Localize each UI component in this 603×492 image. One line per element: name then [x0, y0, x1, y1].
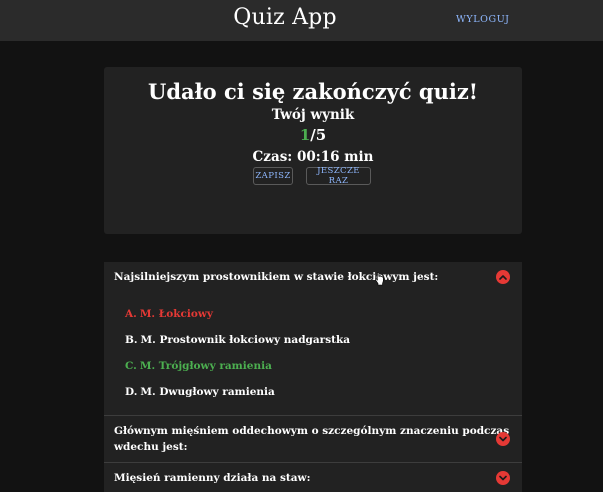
score-display: 1/5 — [104, 126, 522, 144]
chevron-down-icon[interactable] — [496, 471, 510, 485]
answer-c: C. M. Trójgłowy ramienia — [125, 360, 272, 372]
top-navbar: Quiz App WYLOGUJ — [0, 0, 603, 41]
result-subtitle: Twój wynik — [271, 107, 355, 123]
answer-text: M. Prostownik łokciowy nadgarstka — [140, 334, 351, 346]
score-total: /5 — [310, 126, 327, 144]
chevron-down-icon[interactable] — [496, 432, 510, 446]
answer-letter: C. — [125, 360, 137, 372]
question-header-1[interactable]: Najsilniejszym prostownikiem w stawie ło… — [104, 262, 522, 292]
question-accordion-3[interactable]: Mięsień ramienny działa na staw: — [104, 463, 522, 492]
question-text-2-line1: Głównym mięśniem oddechowym o szczególny… — [114, 425, 510, 437]
answer-text: M. Łokciowy — [139, 308, 214, 320]
answer-text: M. Dwugłowy ramienia — [140, 386, 275, 398]
answer-d: D. M. Dwugłowy ramienia — [125, 386, 275, 398]
result-title: Udało ci się zakończyć quiz! — [148, 79, 478, 104]
question-text-2-line2: wdechu jest: — [114, 441, 188, 453]
question-text-2: Głównym mięśniem oddechowym o szczególny… — [114, 423, 509, 455]
retry-button[interactable]: JESZCZE RAZ — [306, 166, 371, 186]
question-text-1: Najsilniejszym prostownikiem w stawie ło… — [114, 271, 439, 283]
question-text-3: Mięsień ramienny działa na staw: — [114, 472, 311, 484]
answer-letter: D. — [125, 386, 138, 398]
question-accordion-2[interactable]: Głównym mięśniem oddechowym o szczególny… — [104, 416, 522, 462]
question-accordion-1: Najsilniejszym prostownikiem w stawie ło… — [104, 262, 522, 415]
chevron-up-icon[interactable] — [496, 270, 510, 284]
result-card: Udało ci się zakończyć quiz! Twój wynik … — [104, 67, 522, 234]
logout-link[interactable]: WYLOGUJ — [456, 14, 509, 25]
answer-letter: A. — [125, 308, 137, 320]
answer-letter: B. — [125, 334, 138, 346]
time-display: Czas: 00:16 min — [252, 149, 374, 165]
score-correct: 1 — [299, 126, 311, 144]
answer-b: B. M. Prostownik łokciowy nadgarstka — [125, 334, 350, 346]
answer-a: A. M. Łokciowy — [125, 308, 213, 320]
save-button[interactable]: ZAPISZ — [253, 167, 293, 185]
answer-text: M. Trójgłowy ramienia — [139, 360, 272, 372]
mouse-cursor-icon — [374, 271, 384, 290]
